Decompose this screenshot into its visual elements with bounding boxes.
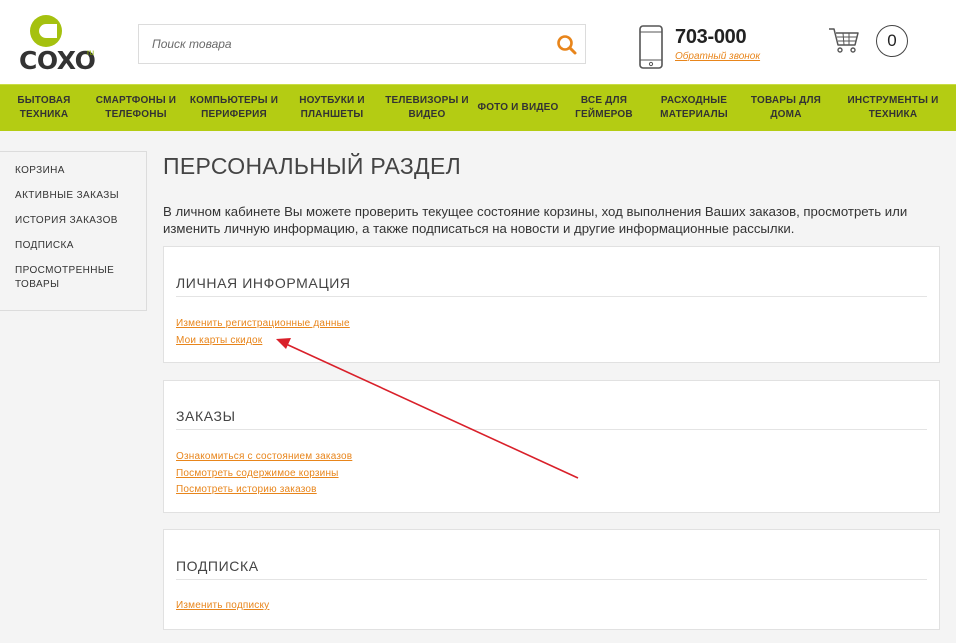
sidebar-item-cart[interactable]: Корзина (0, 164, 146, 178)
logo-suffix: ru (87, 48, 95, 57)
sidebar-item-order-history[interactable]: История заказов (0, 214, 146, 228)
sidebar-item-viewed-products[interactable]: Просмотренные товары (0, 264, 118, 292)
order-status-link[interactable]: Ознакомиться с состоянием заказов (176, 449, 352, 466)
search-box (138, 24, 586, 64)
order-history-link[interactable]: Посмотреть историю заказов (176, 482, 352, 499)
personal-info-panel: Личная информация Изменить регистрационн… (163, 246, 940, 363)
subscription-panel: Подписка Изменить подписку (163, 529, 940, 630)
nav-item-smartphones[interactable]: Смартфоны и телефоны (88, 85, 184, 131)
site-logo[interactable]: COXO ru (19, 14, 103, 74)
logo-text: COXO (19, 46, 96, 75)
panel-title-subscription: Подписка (176, 558, 927, 580)
nav-item-photo[interactable]: Фото и видео (474, 85, 562, 131)
nav-item-home[interactable]: Товары для дома (742, 85, 830, 131)
smartphone-icon (639, 25, 663, 69)
callback-link[interactable]: Обратный звонок (675, 51, 760, 62)
sidebar-item-subscription[interactable]: Подписка (0, 239, 146, 253)
category-nav: Бытовая техника Смартфоны и телефоны Ком… (0, 84, 956, 131)
search-icon (557, 35, 577, 55)
site-header: COXO ru 703-000 Обратный звонок 0 (0, 0, 956, 84)
nav-item-appliances[interactable]: Бытовая техника (0, 85, 88, 131)
nav-item-gamers[interactable]: Все для геймеров (562, 85, 646, 131)
edit-registration-link[interactable]: Изменить регистрационные данные (176, 316, 350, 333)
edit-subscription-link[interactable]: Изменить подписку (176, 598, 269, 615)
panel-title-personal-info: Личная информация (176, 275, 927, 297)
nav-item-tools[interactable]: Инструменты и техника (830, 85, 956, 131)
orders-panel: Заказы Ознакомиться с состоянием заказов… (163, 380, 940, 513)
cart-count-badge[interactable]: 0 (876, 25, 908, 57)
sidebar-item-active-orders[interactable]: Активные заказы (0, 189, 146, 203)
view-cart-link[interactable]: Посмотреть содержимое корзины (176, 466, 352, 483)
logo-mark-icon (30, 15, 62, 47)
account-sidebar: Корзина Активные заказы История заказов … (0, 151, 147, 311)
search-button[interactable] (555, 33, 579, 57)
intro-text: В личном кабинете Вы можете проверить те… (163, 204, 908, 236)
personal-info-links: Изменить регистрационные данные Мои карт… (176, 316, 350, 349)
phone-number: 703-000 (675, 26, 747, 48)
panel-title-orders: Заказы (176, 408, 927, 430)
shopping-cart-icon[interactable] (828, 26, 860, 54)
nav-item-tv[interactable]: Телевизоры и видео (380, 85, 474, 131)
search-input[interactable] (139, 25, 539, 63)
nav-item-supplies[interactable]: Расходные материалы (646, 85, 742, 131)
subscription-links: Изменить подписку (176, 598, 269, 615)
page-title: Персональный раздел (163, 153, 461, 179)
orders-links: Ознакомиться с состоянием заказов Посмот… (176, 449, 352, 499)
discount-cards-link[interactable]: Мои карты скидок (176, 333, 350, 350)
nav-item-computers[interactable]: Компьютеры и периферия (184, 85, 284, 131)
nav-item-laptops[interactable]: Ноутбуки и планшеты (284, 85, 380, 131)
